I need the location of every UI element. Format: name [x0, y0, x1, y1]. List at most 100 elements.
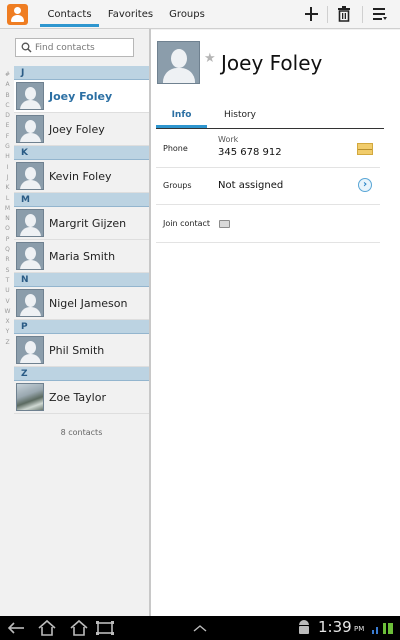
- back-icon[interactable]: [6, 619, 28, 637]
- field-divider: [156, 167, 380, 168]
- avatar-body: [20, 180, 41, 189]
- home-icon[interactable]: [68, 619, 90, 637]
- alphabet-index-letter[interactable]: Z: [2, 338, 13, 348]
- alphabet-index-letter[interactable]: B: [2, 91, 13, 101]
- alphabet-index-letter[interactable]: S: [2, 266, 13, 276]
- alphabet-index-letter[interactable]: T: [2, 276, 13, 286]
- alphabet-index-letter[interactable]: G: [2, 142, 13, 152]
- contact-list-item[interactable]: Zoe Taylor: [14, 381, 149, 414]
- section-header: P: [14, 320, 149, 334]
- alphabet-index-letter[interactable]: M: [2, 204, 13, 214]
- alphabet-index-letter[interactable]: L: [2, 194, 13, 204]
- contact-list: J Joey Foley Joey Foley K Kevin Foley M Margri…: [14, 66, 150, 452]
- contact-name: Joey Foley: [221, 51, 323, 75]
- alphabet-index-letter[interactable]: D: [2, 111, 13, 121]
- contact-list-item[interactable]: Maria Smith: [14, 240, 149, 273]
- contact-name-label: Nigel Jameson: [49, 297, 128, 310]
- avatar-head: [25, 294, 36, 307]
- action-bar: Contacts Favorites Groups: [0, 0, 400, 29]
- avatar-head: [25, 214, 36, 227]
- avatar: [16, 82, 44, 110]
- field-divider: [156, 204, 380, 205]
- contact-name-label: Maria Smith: [49, 250, 116, 263]
- alphabet-index-letter[interactable]: C: [2, 101, 13, 111]
- alphabet-index-letter[interactable]: P: [2, 235, 13, 245]
- search-icon: [21, 42, 32, 53]
- home-icon[interactable]: [36, 619, 58, 637]
- search-input[interactable]: [35, 40, 131, 55]
- alphabet-index-letter[interactable]: X: [2, 317, 13, 327]
- alphabet-index-letter[interactable]: V: [2, 297, 13, 307]
- delete-button[interactable]: [332, 3, 356, 25]
- contact-list-item[interactable]: Phil Smith: [14, 334, 149, 367]
- contact-count: 8 contacts: [60, 428, 103, 437]
- phone-number[interactable]: 345 678 912: [218, 147, 282, 158]
- tab-history[interactable]: History: [217, 108, 263, 130]
- avatar-head: [25, 247, 36, 260]
- app-icon-body: [11, 15, 24, 22]
- alphabet-index-letter[interactable]: H: [2, 152, 13, 162]
- groups-value[interactable]: Not assigned: [218, 180, 283, 191]
- toolbar-divider: [362, 6, 363, 23]
- alphabet-index-letter[interactable]: Y: [2, 327, 13, 337]
- alphabet-index-letter[interactable]: K: [2, 183, 13, 193]
- contact-list-item[interactable]: Nigel Jameson: [14, 287, 149, 320]
- avatar-body: [163, 68, 195, 83]
- chevron-right-icon[interactable]: ›: [358, 178, 372, 192]
- toolbar-divider: [327, 6, 328, 23]
- contact-name-label: Margrit Gijzen: [49, 217, 127, 230]
- up-arrow-icon[interactable]: [189, 619, 211, 637]
- tab-favorites[interactable]: Favorites: [103, 0, 158, 29]
- recent-apps-icon[interactable]: [94, 619, 116, 637]
- avatar: [16, 162, 44, 190]
- alphabet-index-letter[interactable]: J: [2, 173, 13, 183]
- section-header: K: [14, 146, 149, 160]
- contact-list-item[interactable]: Margrit Gijzen: [14, 207, 149, 240]
- alphabet-index-letter[interactable]: A: [2, 80, 13, 90]
- avatar: [16, 242, 44, 270]
- system-bar: 1:39 PM: [0, 616, 400, 640]
- clock-ampm: PM: [354, 625, 365, 633]
- menu-icon: [373, 8, 387, 20]
- avatar: [16, 336, 44, 364]
- alphabet-index-letter[interactable]: O: [2, 224, 13, 234]
- avatar-body: [20, 307, 41, 316]
- tab-groups[interactable]: Groups: [164, 0, 210, 29]
- contact-name-label: Joey Foley: [49, 123, 105, 136]
- contact-list-item[interactable]: Joey Foley: [14, 80, 150, 113]
- avatar-body: [20, 260, 41, 269]
- alphabet-index-letter[interactable]: #: [2, 70, 13, 80]
- alphabet-index[interactable]: # A B C D E F G H I J K L M N O P Q R S T U V W X Y Z: [2, 70, 13, 348]
- avatar-head: [25, 120, 36, 133]
- join-icon[interactable]: [219, 220, 230, 228]
- alphabet-index-letter[interactable]: F: [2, 132, 13, 142]
- avatar-head: [25, 87, 36, 100]
- field-divider: [156, 242, 380, 243]
- alphabet-index-letter[interactable]: W: [2, 307, 13, 317]
- alphabet-index-letter[interactable]: E: [2, 121, 13, 131]
- overflow-menu-button[interactable]: [368, 3, 392, 25]
- contact-name-label: Zoe Taylor: [49, 391, 106, 404]
- trash-icon: [338, 6, 350, 22]
- alphabet-index-letter[interactable]: N: [2, 214, 13, 224]
- star-icon[interactable]: ★: [204, 52, 216, 65]
- phone-type: Work: [218, 135, 239, 144]
- contact-list-item[interactable]: Joey Foley: [14, 113, 149, 146]
- add-contact-button[interactable]: [300, 3, 324, 25]
- contact-name-label: Kevin Foley: [49, 170, 112, 183]
- alphabet-index-letter[interactable]: U: [2, 286, 13, 296]
- avatar-head: [171, 49, 187, 68]
- alphabet-index-letter[interactable]: I: [2, 163, 13, 173]
- envelope-icon[interactable]: [357, 143, 373, 155]
- contact-photo[interactable]: [157, 41, 200, 84]
- alphabet-index-letter[interactable]: Q: [2, 245, 13, 255]
- contact-list-panel: #ABCDEFGHIJKLMNOPQRSTUVWXYZ J Joey Foley J…: [0, 30, 150, 616]
- search-box[interactable]: [15, 38, 134, 57]
- avatar-body: [20, 354, 41, 363]
- active-tab-indicator: [40, 24, 99, 27]
- contacts-app-icon[interactable]: [7, 4, 28, 25]
- alphabet-index-letter[interactable]: R: [2, 255, 13, 265]
- android-icon: [299, 620, 309, 634]
- avatar-head: [25, 341, 36, 354]
- contact-list-item[interactable]: Kevin Foley: [14, 160, 149, 193]
